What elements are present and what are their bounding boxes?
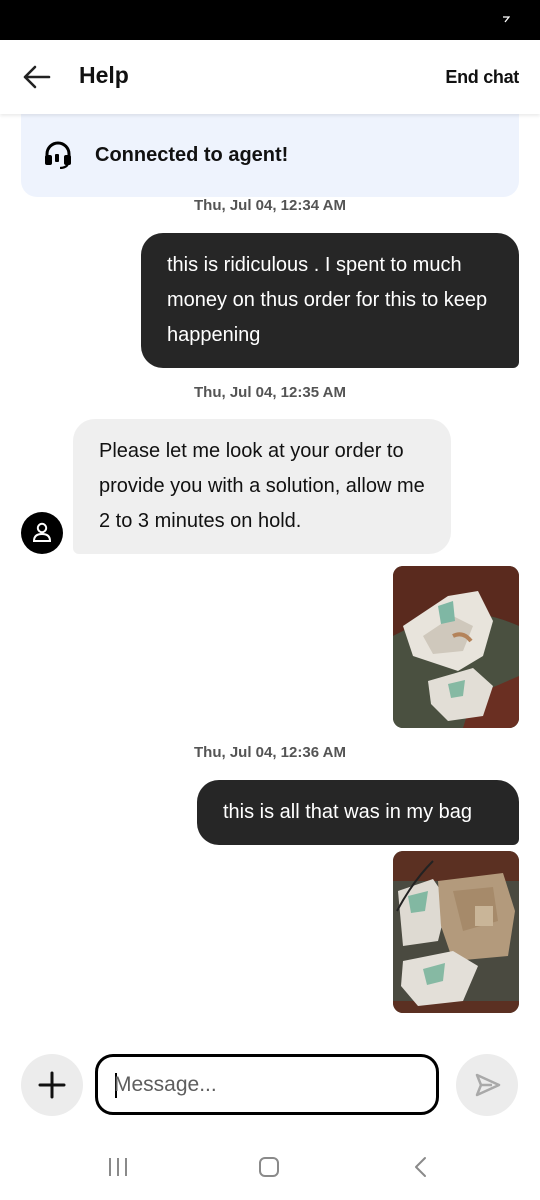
recent-apps-icon[interactable]: [107, 1156, 129, 1178]
outgoing-message[interactable]: this is ridiculous . I spent to much mon…: [141, 233, 519, 368]
header: Help End chat: [0, 40, 540, 114]
page-title: Help: [79, 62, 129, 88]
message-input[interactable]: [114, 1057, 414, 1112]
send-icon: [475, 1073, 501, 1097]
paper-bag-image: [393, 851, 519, 1013]
headset-icon: [45, 141, 71, 169]
timestamp: Thu, Jul 04, 12:34 AM: [194, 197, 346, 214]
end-chat-button[interactable]: End chat: [445, 67, 519, 88]
agent-connected-banner: Connected to agent!: [21, 114, 519, 197]
timestamp: Thu, Jul 04, 12:36 AM: [194, 744, 346, 761]
back-nav-icon[interactable]: [410, 1156, 432, 1178]
photo-message[interactable]: [393, 851, 519, 1013]
person-icon: [32, 522, 52, 542]
back-arrow-icon[interactable]: [22, 64, 52, 90]
outgoing-message[interactable]: this is all that was in my bag: [197, 780, 519, 845]
message-field[interactable]: [95, 1054, 439, 1115]
agent-avatar: [21, 512, 63, 554]
photo-message[interactable]: [393, 566, 519, 728]
incoming-message[interactable]: Please let me look at your order to prov…: [73, 419, 451, 554]
signal-icon: [503, 16, 510, 23]
system-nav-bar: [0, 1140, 540, 1200]
home-icon[interactable]: [258, 1156, 280, 1178]
chat-thread[interactable]: Connected to agent! Thu, Jul 04, 12:34 A…: [0, 114, 540, 1030]
message-composer: [0, 1030, 540, 1140]
plus-icon: [38, 1071, 66, 1099]
food-wrappers-image: [393, 566, 519, 728]
status-bar: [0, 0, 540, 40]
add-attachment-button[interactable]: [21, 1054, 83, 1116]
timestamp: Thu, Jul 04, 12:35 AM: [194, 384, 346, 401]
banner-text: Connected to agent!: [95, 144, 289, 166]
send-button[interactable]: [456, 1054, 518, 1116]
